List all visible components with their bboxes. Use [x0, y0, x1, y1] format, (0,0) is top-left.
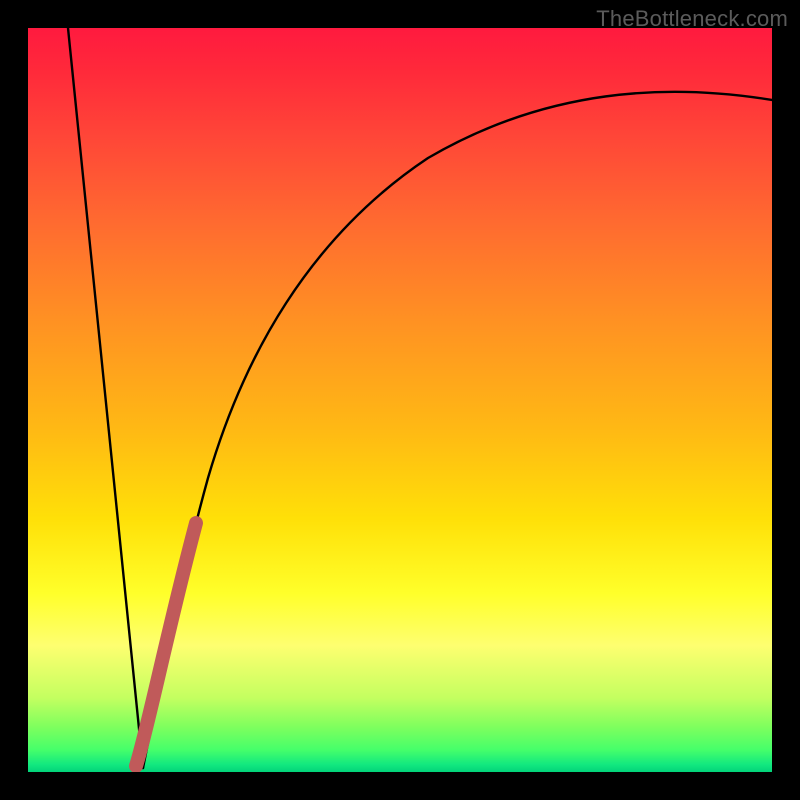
curve-layer — [28, 28, 772, 772]
watermark-text: TheBottleneck.com — [596, 6, 788, 32]
chart-frame: TheBottleneck.com — [0, 0, 800, 800]
curve-highlight-segment — [136, 523, 196, 766]
curve-right-rise — [143, 92, 772, 768]
plot-area — [28, 28, 772, 772]
curve-left-descent — [68, 28, 143, 768]
